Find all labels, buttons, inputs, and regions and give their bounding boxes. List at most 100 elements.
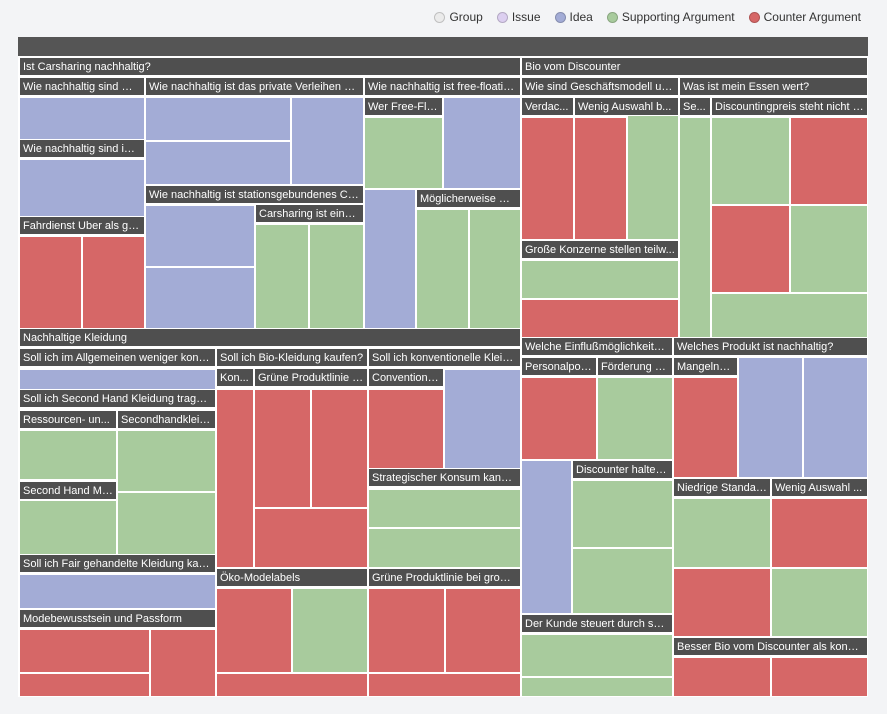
treemap-cell-counter[interactable] [216, 389, 254, 568]
treemap-cell-supporting[interactable] [521, 634, 673, 677]
treemap-group-header[interactable]: Bio vom Discounter [521, 57, 868, 76]
treemap-group-header[interactable]: Wie nachhaltig ist das private Verleihen… [145, 77, 364, 96]
treemap-cell-counter[interactable] [82, 236, 145, 329]
treemap-group-header[interactable]: Wie sind Geschäftsmodell un... [521, 77, 679, 96]
treemap-cell-counter[interactable] [673, 657, 771, 697]
treemap-cell-supporting[interactable] [597, 377, 673, 460]
treemap-group-header[interactable]: Soll ich Fair gehandelte Kleidung kauf..… [19, 554, 216, 573]
treemap-group-header[interactable]: Möglicherweise m... [416, 189, 521, 208]
treemap-cell-supporting[interactable] [309, 224, 364, 329]
treemap-cell-supporting[interactable] [572, 548, 673, 614]
treemap-group-header[interactable]: Secondhandkleid... [117, 410, 216, 429]
treemap-group-header[interactable]: Nachhaltige Kleidung [19, 328, 521, 347]
treemap-group-header[interactable]: Carsharing ist eine ... [255, 204, 364, 223]
treemap-group-header[interactable]: Förderung d... [597, 357, 673, 376]
treemap-cell-idea[interactable] [19, 369, 216, 390]
treemap-cell-supporting[interactable] [364, 117, 443, 189]
treemap-cell-supporting[interactable] [117, 492, 216, 555]
treemap-group-header[interactable]: Se... [679, 97, 711, 116]
treemap-cell-supporting[interactable] [790, 205, 868, 293]
treemap-group-header[interactable]: Besser Bio vom Discounter als konve... [673, 637, 868, 656]
treemap-cell-supporting[interactable] [711, 293, 868, 338]
treemap-cell-supporting[interactable] [368, 489, 521, 528]
treemap-cell-idea[interactable] [145, 267, 255, 329]
treemap-group-header[interactable]: Wer Free-Flo... [364, 97, 443, 116]
treemap-group-header[interactable]: Ist Carsharing nachhaltig? [19, 57, 521, 76]
legend-item-counter[interactable]: Counter Argument [748, 10, 861, 24]
treemap-cell-counter[interactable] [216, 673, 368, 697]
treemap-cell-supporting[interactable] [19, 430, 117, 480]
treemap-group-header[interactable]: Wie nachhaltig sind inn... [19, 139, 145, 158]
treemap-group-header[interactable]: Soll ich Bio-Kleidung kaufen? [216, 348, 368, 367]
treemap-cell-supporting[interactable] [368, 528, 521, 568]
treemap-cell-counter[interactable] [790, 117, 868, 205]
treemap-cell-supporting[interactable] [627, 97, 679, 240]
treemap-group-header[interactable]: Welche Einflußmöglichkeiten... [521, 337, 673, 356]
legend-item-supporting[interactable]: Supporting Argument [606, 10, 735, 24]
treemap-cell-idea[interactable] [738, 357, 803, 478]
treemap-cell-idea[interactable] [443, 97, 521, 189]
treemap-cell-counter[interactable] [368, 673, 521, 697]
treemap-cell-counter[interactable] [771, 498, 868, 568]
treemap-group-header[interactable]: Wie nachhaltig ist free-floatin... [364, 77, 521, 96]
treemap-group-header[interactable]: Wie nachhaltig ist stationsgebundenes Ca… [145, 185, 364, 204]
treemap-cell-idea[interactable] [291, 97, 364, 185]
treemap-group-header[interactable]: Modebewusstsein und Passform [19, 609, 216, 628]
treemap-cell-supporting[interactable] [117, 430, 216, 492]
treemap-group-header[interactable]: Soll ich im Allgemeinen weniger kons... [19, 348, 216, 367]
treemap-cell-supporting[interactable] [469, 209, 521, 329]
treemap-cell-idea[interactable] [19, 159, 145, 217]
treemap-group-header[interactable]: Große Konzerne stellen teilw... [521, 240, 679, 259]
treemap-group-header[interactable]: Was ist mein Essen wert? [679, 77, 868, 96]
treemap-group-header[interactable]: Personalpolitik [521, 357, 597, 376]
treemap-group-header[interactable]: Ressourcen- un... [19, 410, 117, 429]
treemap-cell-counter[interactable] [254, 508, 368, 568]
treemap-group-header[interactable]: Niedrige Standar... [673, 478, 771, 497]
treemap-group-header[interactable]: Grüne Produktlinie b... [254, 368, 368, 387]
treemap-cell-supporting[interactable] [679, 117, 711, 338]
treemap-cell-counter[interactable] [673, 568, 771, 637]
treemap-group-header[interactable]: Mangelnd... [673, 357, 738, 376]
treemap-group-header[interactable]: Discounter halten... [572, 460, 673, 479]
treemap-group-header[interactable]: Öko-Modelabels [216, 568, 368, 587]
treemap-cell-idea[interactable] [521, 460, 572, 614]
treemap-cell-counter[interactable] [673, 377, 738, 478]
treemap-cell-supporting[interactable] [19, 500, 117, 555]
treemap-cell-idea[interactable] [364, 189, 416, 329]
treemap-cell-idea[interactable] [145, 205, 255, 267]
treemap-group-header[interactable]: Discountingpreis steht nicht f... [711, 97, 868, 116]
treemap-group-header[interactable]: Conventione... [368, 368, 444, 387]
treemap-cell-idea[interactable] [145, 141, 291, 185]
treemap-cell-idea[interactable] [19, 97, 145, 141]
treemap-cell-counter[interactable] [216, 588, 292, 673]
treemap-group-header[interactable]: Wie nachhaltig sind Mit... [19, 77, 145, 96]
legend-item-idea[interactable]: Idea [554, 10, 593, 24]
treemap-group-header[interactable]: Strategischer Konsum kann ... [368, 468, 521, 487]
treemap-cell-counter[interactable] [19, 629, 150, 673]
treemap-group-header[interactable]: Fahrdienst Uber als gü... [19, 216, 145, 235]
treemap-cell-supporting[interactable] [521, 260, 679, 299]
treemap-cell-supporting[interactable] [292, 588, 368, 673]
treemap-cell-idea[interactable] [444, 369, 521, 469]
treemap-cell-counter[interactable] [311, 389, 368, 508]
treemap-group-header[interactable]: Wenig Auswahl b... [574, 97, 679, 116]
treemap-cell-counter[interactable] [254, 389, 311, 508]
treemap-cell-supporting[interactable] [521, 677, 673, 697]
legend-item-issue[interactable]: Issue [496, 10, 541, 24]
treemap-cell-supporting[interactable] [255, 224, 309, 329]
treemap-group-header[interactable]: Grüne Produktlinie bei große... [368, 568, 521, 587]
treemap-cell-counter[interactable] [368, 588, 445, 673]
treemap-cell-counter[interactable] [368, 389, 444, 469]
treemap-group-header[interactable]: Second Hand Mo... [19, 481, 117, 500]
treemap-cell-counter[interactable] [771, 657, 868, 697]
treemap-cell-idea[interactable] [803, 357, 868, 478]
treemap-cell-idea[interactable] [19, 574, 216, 609]
treemap-group-header[interactable]: Soll ich konventionelle Kleidu... [368, 348, 521, 367]
treemap-group-header[interactable]: Wenig Auswahl ... [771, 478, 868, 497]
treemap-cell-supporting[interactable] [711, 117, 790, 205]
treemap-cell-counter[interactable] [521, 299, 679, 338]
treemap-cell-counter[interactable] [19, 236, 82, 329]
treemap-cell-counter[interactable] [150, 629, 216, 697]
treemap-cell-counter[interactable] [574, 117, 627, 240]
treemap-cell-supporting[interactable] [673, 498, 771, 568]
